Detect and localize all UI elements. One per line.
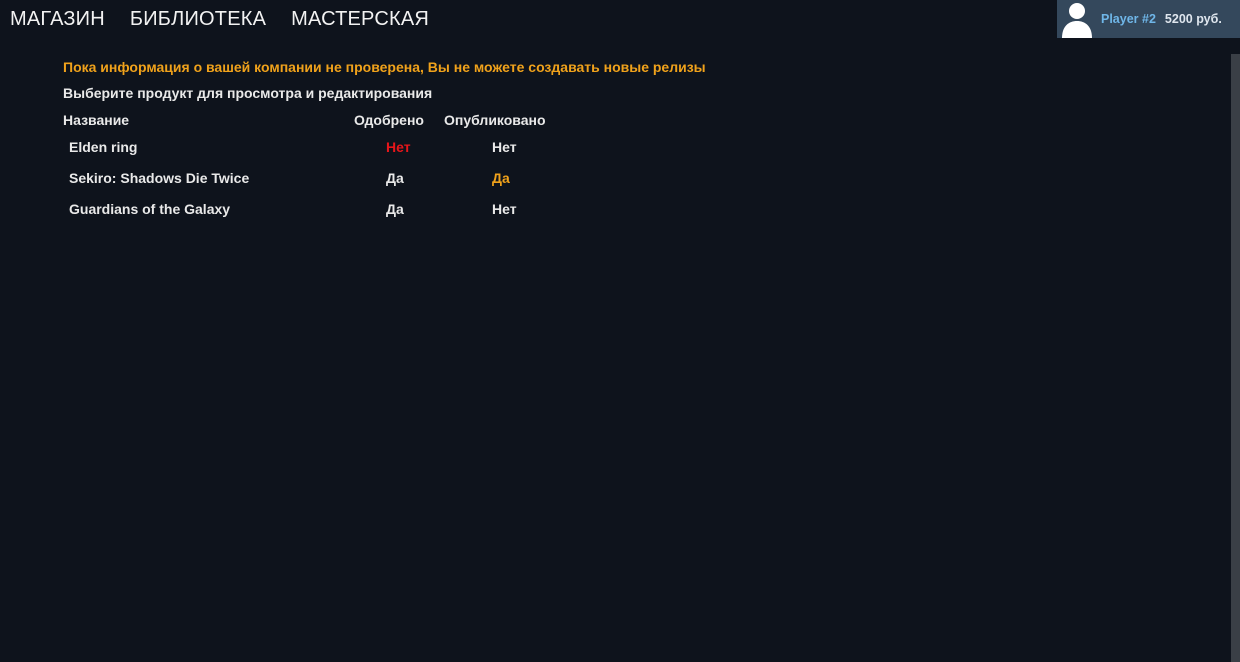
- instruction-text: Выберите продукт для просмотра и редакти…: [63, 85, 433, 101]
- product-name: Sekiro: Shadows Die Twice: [69, 170, 250, 186]
- scrollbar[interactable]: [1231, 54, 1240, 662]
- product-list: Elden ring Нет Нет Sekiro: Shadows Die T…: [63, 137, 1163, 230]
- product-row[interactable]: Guardians of the Galaxy Да Нет: [63, 199, 1163, 230]
- user-name[interactable]: Player #2: [1101, 12, 1156, 26]
- column-header-published: Опубликовано: [444, 112, 546, 128]
- main-content: Пока информация о вашей компании не пров…: [63, 56, 1163, 230]
- nav-library[interactable]: БИБЛИОТЕКА: [130, 8, 266, 31]
- verification-warning: Пока информация о вашей компании не пров…: [63, 59, 706, 75]
- published-status: Нет: [492, 201, 517, 217]
- user-balance: 5200 руб.: [1164, 12, 1222, 26]
- product-name: Guardians of the Galaxy: [69, 201, 231, 217]
- column-header-approved: Одобрено: [354, 112, 424, 128]
- published-status: Да: [492, 170, 510, 186]
- published-status: Нет: [492, 139, 517, 155]
- approved-status: Да: [386, 170, 404, 186]
- table-header: Название Одобрено Опубликовано: [63, 110, 1163, 130]
- nav-workshop[interactable]: МАСТЕРСКАЯ: [291, 8, 429, 31]
- top-bar: МАГАЗИН БИБЛИОТЕКА МАСТЕРСКАЯ Player #2 …: [0, 0, 1240, 42]
- approved-status: Да: [386, 201, 404, 217]
- main-nav: МАГАЗИН БИБЛИОТЕКА МАСТЕРСКАЯ: [10, 8, 429, 31]
- product-name: Elden ring: [69, 139, 138, 155]
- product-row[interactable]: Sekiro: Shadows Die Twice Да Да: [63, 168, 1163, 199]
- user-silhouette-icon: [1059, 0, 1095, 38]
- approved-status: Нет: [386, 139, 411, 155]
- nav-store[interactable]: МАГАЗИН: [10, 8, 105, 31]
- product-row[interactable]: Elden ring Нет Нет: [63, 137, 1163, 168]
- column-header-name: Название: [63, 112, 130, 128]
- user-panel[interactable]: Player #2 5200 руб.: [1057, 0, 1240, 38]
